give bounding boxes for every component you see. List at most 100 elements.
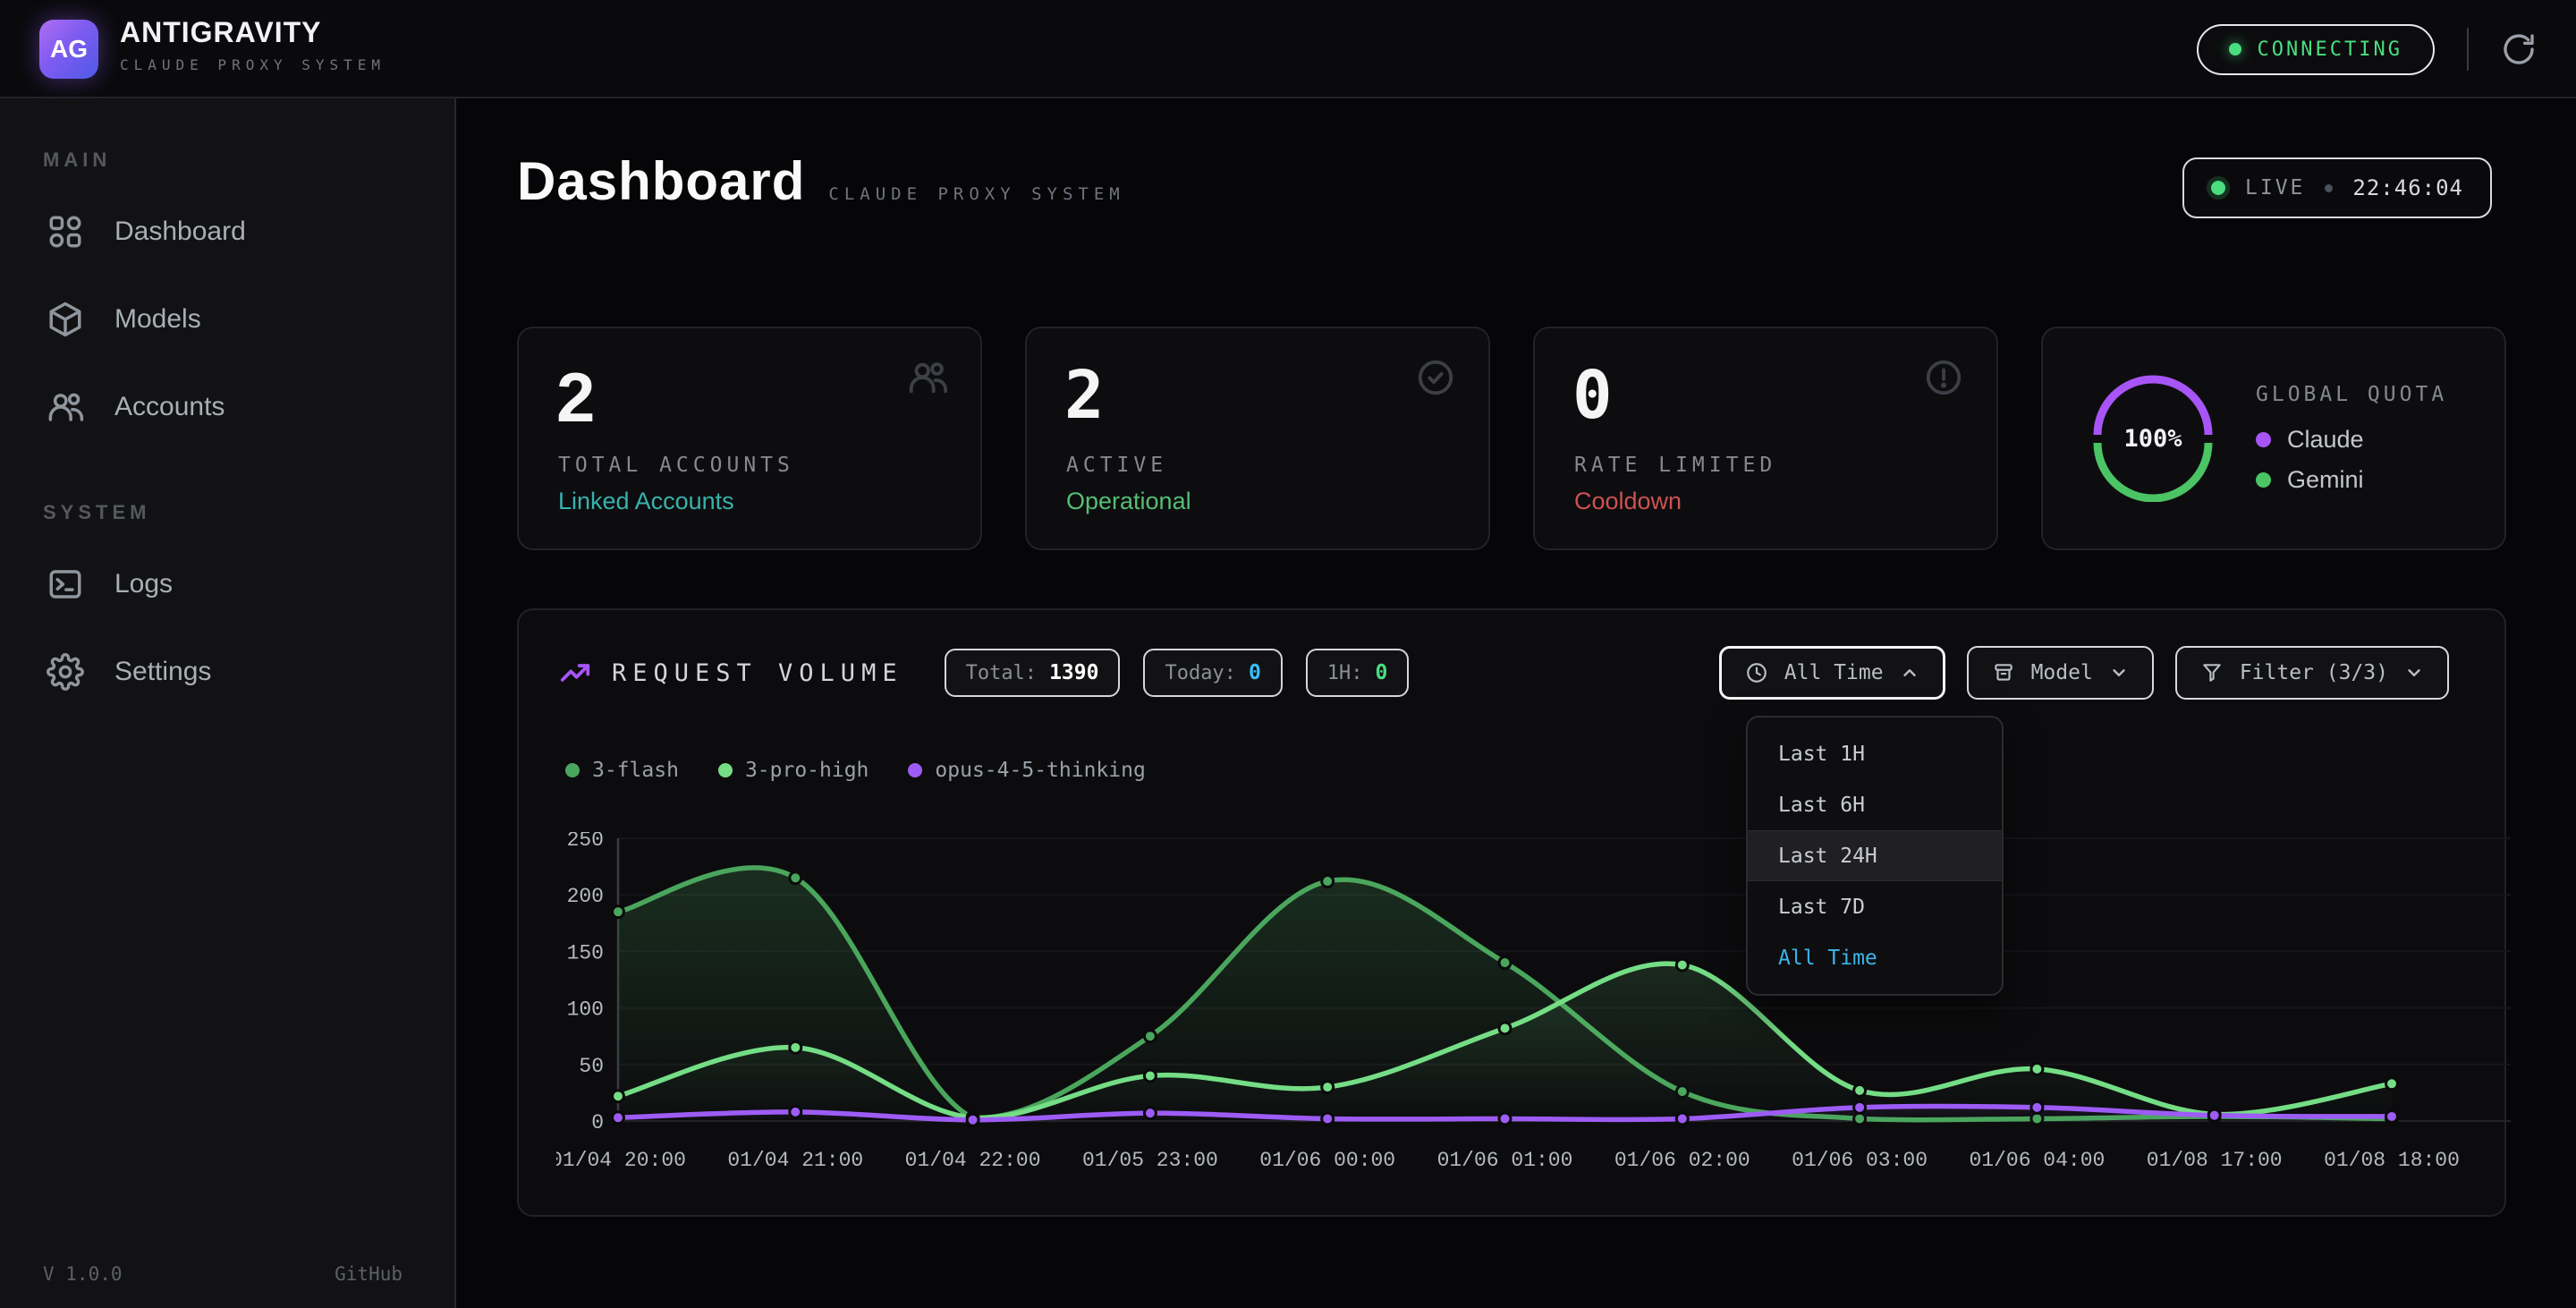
stat-value: 2	[556, 357, 595, 438]
github-link[interactable]: GitHub	[335, 1263, 402, 1285]
stat-value: 2	[1064, 357, 1105, 434]
filter-button[interactable]: Filter (3/3)	[2175, 646, 2449, 700]
stat-card-rate-limited: 0 RATE LIMITED Cooldown	[1533, 327, 1998, 550]
sidebar: MAIN Dashboard Models Accounts SYSTEM	[0, 98, 456, 1308]
connection-status-badge: CONNECTING	[2197, 24, 2435, 75]
chevron-down-icon	[2404, 663, 2424, 683]
svg-text:01/04 22:00: 01/04 22:00	[905, 1149, 1041, 1172]
legend-item-opus: opus-4-5-thinking	[908, 759, 1145, 782]
quota-legend-claude: Claude	[2256, 426, 2447, 454]
quota-ring: 100%	[2089, 375, 2216, 502]
stat-label: ACTIVE	[1066, 454, 1167, 477]
sidebar-section-system: SYSTEM	[43, 501, 454, 524]
request-volume-chart: 05010015020025001/04 20:0001/04 21:0001/…	[556, 832, 2515, 1199]
svg-text:0: 0	[591, 1111, 604, 1134]
svg-text:01/06 04:00: 01/06 04:00	[1969, 1149, 2105, 1172]
chevron-down-icon	[2109, 663, 2129, 683]
claude-dot-icon	[2256, 432, 2271, 447]
alert-circle-icon	[1923, 357, 1964, 398]
dropdown-item-all-time[interactable]: All Time	[1748, 932, 2002, 983]
chart-legend: 3-flash 3-pro-high opus-4-5-thinking	[565, 759, 1146, 782]
page-subtitle: CLAUDE PROXY SYSTEM	[828, 184, 1124, 204]
app-logo: AG	[39, 20, 98, 79]
time-range-dropdown: Last 1H Last 6H Last 24H Last 7D All Tim…	[1746, 716, 2004, 996]
header-divider	[2467, 28, 2469, 71]
legend-item-3-pro-high: 3-pro-high	[718, 759, 869, 782]
stat-card-global-quota: 100% GLOBAL QUOTA Claude Gemini	[2041, 327, 2506, 550]
svg-text:01/06 01:00: 01/06 01:00	[1437, 1149, 1573, 1172]
today-count-badge: Today: 0	[1143, 649, 1282, 697]
dropdown-item-last-1h[interactable]: Last 1H	[1748, 728, 2002, 779]
sidebar-item-accounts[interactable]: Accounts	[0, 363, 454, 451]
svg-text:100: 100	[567, 998, 604, 1022]
box-icon	[1992, 661, 2015, 684]
sidebar-section-main: MAIN	[43, 149, 454, 172]
grid-icon	[47, 213, 84, 251]
svg-text:01/06 00:00: 01/06 00:00	[1259, 1149, 1395, 1172]
svg-text:01/04 20:00: 01/04 20:00	[556, 1149, 686, 1172]
app-subtitle: CLAUDE PROXY SYSTEM	[120, 56, 386, 73]
svg-text:200: 200	[567, 885, 604, 908]
series-dot-icon	[718, 763, 733, 777]
dropdown-item-last-7d[interactable]: Last 7D	[1748, 881, 2002, 932]
stat-value: 0	[1572, 357, 1613, 434]
svg-text:50: 50	[579, 1055, 604, 1078]
svg-text:01/06 02:00: 01/06 02:00	[1614, 1149, 1750, 1172]
main-content: Dashboard CLAUDE PROXY SYSTEM LIVE 22:46…	[456, 98, 2576, 1308]
quota-legend-gemini: Gemini	[2256, 466, 2447, 494]
chevron-up-icon	[1900, 663, 1919, 683]
app-header: AG ANTIGRAVITY CLAUDE PROXY SYSTEM CONNE…	[0, 0, 2576, 98]
users-icon	[47, 388, 84, 426]
svg-text:250: 250	[567, 832, 604, 852]
sidebar-item-dashboard[interactable]: Dashboard	[0, 188, 454, 276]
sidebar-item-settings[interactable]: Settings	[0, 628, 454, 716]
time-range-button[interactable]: All Time	[1719, 646, 1945, 700]
svg-text:01/06 03:00: 01/06 03:00	[1792, 1149, 1928, 1172]
gemini-dot-icon	[2256, 472, 2271, 488]
sidebar-item-label: Logs	[114, 569, 173, 599]
live-clock: 22:46:04	[2352, 175, 2463, 200]
funnel-icon	[2200, 661, 2224, 684]
clock-icon	[1745, 661, 1768, 684]
dropdown-item-last-24h[interactable]: Last 24H	[1748, 830, 2002, 881]
model-filter-button[interactable]: Model	[1967, 646, 2154, 700]
stat-subtext: Linked Accounts	[558, 488, 734, 515]
svg-text:01/08 18:00: 01/08 18:00	[2324, 1149, 2460, 1172]
separator-dot-icon	[2325, 184, 2333, 192]
total-count-badge: Total: 1390	[945, 649, 1121, 697]
series-dot-icon	[565, 763, 580, 777]
svg-text:01/04 21:00: 01/04 21:00	[727, 1149, 863, 1172]
page-title: Dashboard	[517, 150, 805, 212]
stat-label: RATE LIMITED	[1574, 454, 1776, 477]
quota-label: GLOBAL QUOTA	[2256, 383, 2447, 406]
stat-label: TOTAL ACCOUNTS	[558, 454, 794, 477]
sidebar-item-label: Accounts	[114, 392, 225, 422]
stat-card-active: 2 ACTIVE Operational	[1025, 327, 1490, 550]
gear-icon	[47, 653, 84, 691]
live-label: LIVE	[2245, 176, 2305, 200]
status-dot-icon	[2229, 43, 2241, 55]
terminal-icon	[47, 565, 84, 603]
trending-up-icon	[558, 656, 592, 690]
app-title: ANTIGRAVITY	[120, 16, 386, 49]
sidebar-item-logs[interactable]: Logs	[0, 540, 454, 628]
quota-percent: 100%	[2089, 375, 2216, 502]
sidebar-item-models[interactable]: Models	[0, 276, 454, 363]
request-volume-card: REQUEST VOLUME Total: 1390 Today: 0 1H: …	[517, 608, 2506, 1217]
hour-count-badge: 1H: 0	[1306, 649, 1410, 697]
live-dot-icon	[2211, 181, 2225, 195]
check-circle-icon	[1415, 357, 1456, 398]
sidebar-item-label: Models	[114, 304, 201, 335]
live-status-badge: LIVE 22:46:04	[2182, 157, 2492, 218]
stat-subtext: Cooldown	[1574, 488, 1682, 515]
dropdown-item-last-6h[interactable]: Last 6H	[1748, 779, 2002, 830]
legend-item-3-flash: 3-flash	[565, 759, 679, 782]
series-dot-icon	[908, 763, 922, 777]
svg-text:01/05 23:00: 01/05 23:00	[1082, 1149, 1218, 1172]
refresh-icon[interactable]	[2501, 31, 2537, 67]
cube-icon	[47, 301, 84, 338]
app-version: V 1.0.0	[43, 1263, 123, 1285]
connection-status-label: CONNECTING	[2258, 38, 2402, 61]
svg-text:01/08 17:00: 01/08 17:00	[2147, 1149, 2283, 1172]
stat-card-total-accounts: 2 TOTAL ACCOUNTS Linked Accounts	[517, 327, 982, 550]
